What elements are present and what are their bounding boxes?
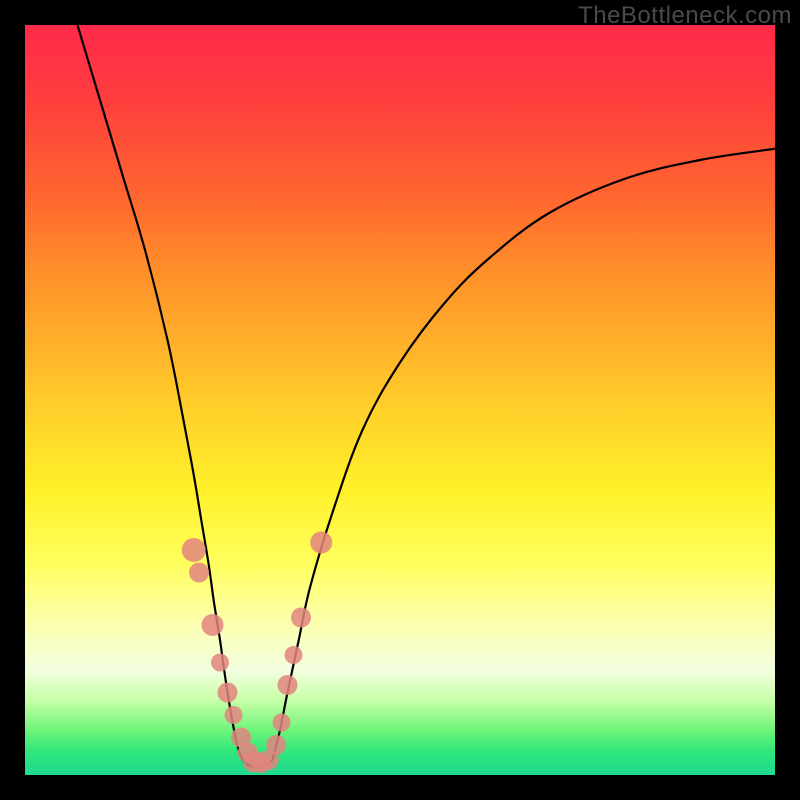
scatter-dot: [291, 608, 311, 628]
chart-frame: TheBottleneck.com: [0, 0, 800, 800]
scatter-dot: [218, 683, 238, 703]
scatter-dot: [310, 532, 332, 554]
curve-left-branch: [78, 25, 243, 760]
scatter-dot: [211, 654, 229, 672]
chart-curve: [78, 25, 776, 768]
scatter-dots: [182, 532, 333, 774]
scatter-dot: [189, 563, 209, 583]
watermark-text: TheBottleneck.com: [578, 2, 792, 30]
chart-svg: [25, 25, 775, 775]
scatter-dot: [202, 614, 224, 636]
chart-plot-area: [25, 25, 775, 775]
scatter-dot: [225, 706, 243, 724]
curve-right-branch: [273, 149, 776, 760]
scatter-dot: [285, 646, 303, 664]
scatter-dot: [273, 714, 291, 732]
scatter-dot: [278, 675, 298, 695]
scatter-dot: [266, 735, 286, 755]
scatter-dot: [182, 538, 206, 562]
